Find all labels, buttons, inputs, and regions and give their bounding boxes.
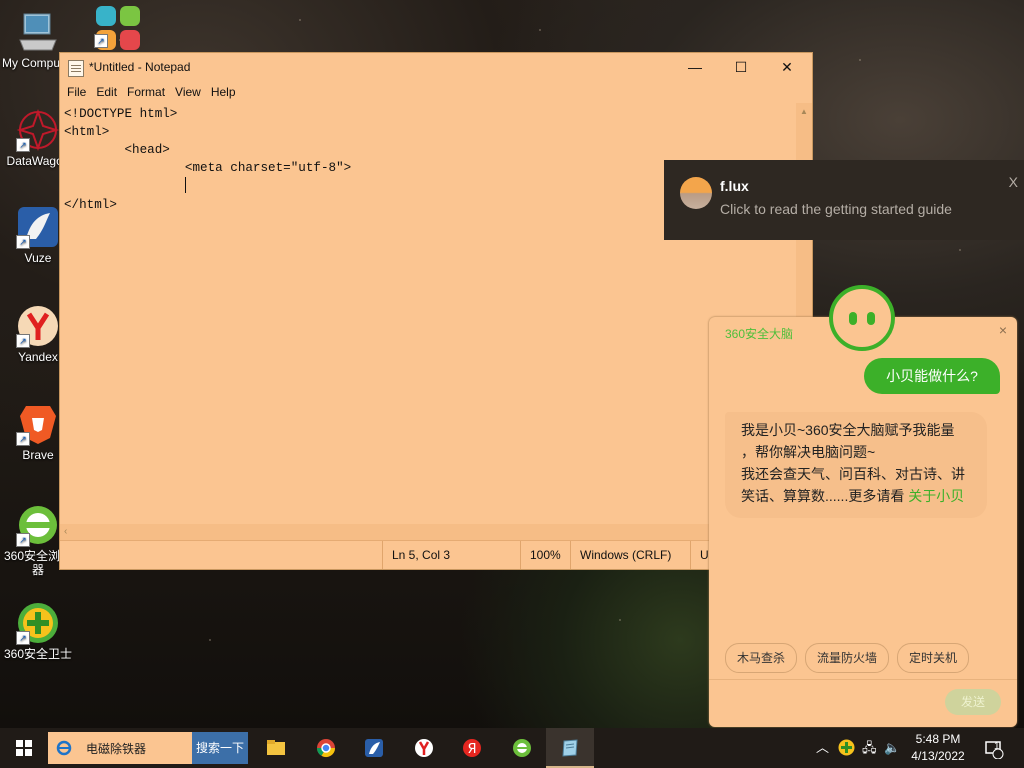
xiaobei-mascot-icon[interactable]: [829, 285, 895, 351]
ie-icon: [56, 740, 72, 756]
taskbar-notepad[interactable]: [546, 728, 594, 768]
menu-bar: File Edit Format View Help: [60, 81, 812, 103]
editor-line: <!DOCTYPE html>: [64, 107, 178, 121]
status-position: Ln 5, Col 3: [382, 541, 502, 569]
vuze-frog-icon: [365, 739, 383, 757]
yandex-browser-icon: Я: [463, 739, 481, 757]
flux-notification[interactable]: f.lux Click to read the getting started …: [664, 160, 1024, 240]
taskbar-yandex[interactable]: [400, 728, 448, 768]
desktop-icon-app[interactable]: ↗: [78, 4, 154, 50]
window-title: *Untitled - Notepad: [89, 60, 191, 74]
horizontal-scrollbar[interactable]: ‹: [60, 524, 796, 541]
taskbar-360-browser[interactable]: [498, 728, 546, 768]
computer-icon: [16, 10, 60, 54]
reply-line: 我还会查天气、问百科、对古诗、讲: [741, 466, 965, 482]
yandex-icon: ↗: [16, 304, 60, 348]
reply-line: 我是小贝~360安全大脑赋予我能量: [741, 422, 955, 438]
assistant-brand: 360安全大脑: [725, 327, 794, 341]
tray-network-icon[interactable]: 🖧: [862, 728, 877, 768]
status-zoom: 100%: [520, 541, 570, 569]
chrome-icon: [317, 739, 335, 758]
menu-edit[interactable]: Edit: [91, 85, 122, 99]
about-xiaobei-link[interactable]: 关于小贝: [908, 488, 964, 504]
360-safe-icon: ↗: [16, 601, 60, 645]
scroll-up-icon[interactable]: ▲: [800, 107, 808, 116]
start-button[interactable]: [0, 728, 48, 768]
taskbar-file-explorer[interactable]: [252, 728, 300, 768]
svg-text:Я: Я: [467, 742, 476, 757]
status-line-ending: Windows (CRLF): [570, 541, 690, 569]
search-input[interactable]: 电磁除铁器: [86, 740, 146, 757]
assistant-panel: 360安全大脑 × 小贝能做什么? 我是小贝~360安全大脑赋予我能量 ，帮你解…: [709, 317, 1017, 727]
notification-close-icon[interactable]: X: [1009, 174, 1018, 190]
editor-line: <head>: [64, 143, 170, 157]
tray-volume-icon[interactable]: 🔈: [884, 728, 900, 768]
windows-logo-icon: [16, 740, 32, 756]
brave-lion-icon: ↗: [16, 402, 60, 446]
datawagon-icon: ↗: [16, 108, 60, 152]
reply-line: ，帮你解决电脑问题~: [741, 444, 876, 460]
chip-scheduled-shutdown[interactable]: 定时关机: [897, 643, 969, 673]
vuze-frog-icon: ↗: [16, 205, 60, 249]
action-center-icon[interactable]: 1: [984, 728, 1004, 768]
taskbar: 电磁除铁器 搜索一下 Я ︿ 🖧 🔈 5:48 PM 4/13/2022 1: [0, 728, 1024, 768]
reply-line-last: 笑话、算算数......更多请看 关于小贝: [741, 488, 965, 504]
notepad-titlebar[interactable]: *Untitled - Notepad — ☐ ✕: [60, 53, 812, 81]
taskbar-search-box[interactable]: 电磁除铁器: [48, 732, 192, 764]
panel-divider: [709, 679, 1017, 680]
taskbar-vuze[interactable]: [350, 728, 398, 768]
clock-date: 4/13/2022: [911, 749, 965, 763]
mascot-eye: [867, 312, 875, 325]
360-browser-icon: [513, 739, 531, 757]
desktop-icon-360-safe[interactable]: ↗ 360安全卫士: [0, 601, 76, 661]
search-button[interactable]: 搜索一下: [192, 732, 248, 764]
tray-360-icon[interactable]: [838, 739, 855, 757]
notepad-icon: [68, 60, 84, 77]
menu-format[interactable]: Format: [122, 85, 170, 99]
notification-app-name: f.lux: [720, 178, 749, 194]
editor-line: <html>: [64, 125, 110, 139]
taskbar-chrome[interactable]: [302, 728, 350, 768]
menu-view[interactable]: View: [170, 85, 206, 99]
minimize-button[interactable]: —: [672, 53, 718, 81]
notification-count-badge: 1: [994, 741, 1000, 752]
panel-close-icon[interactable]: ×: [999, 322, 1007, 338]
text-caret: [184, 177, 186, 193]
scroll-left-icon[interactable]: ‹: [64, 526, 67, 537]
folder-icon: [267, 740, 285, 755]
chip-trojan-scan[interactable]: 木马查杀: [725, 643, 797, 673]
flux-logo-icon: [680, 177, 712, 209]
tray-chevron-up-icon[interactable]: ︿: [816, 728, 829, 768]
menu-help[interactable]: Help: [206, 85, 241, 99]
maximize-button[interactable]: ☐: [718, 53, 764, 81]
chip-traffic-firewall[interactable]: 流量防火墙: [805, 643, 889, 673]
mascot-eye: [849, 312, 857, 325]
close-button[interactable]: ✕: [764, 53, 810, 81]
clock-time: 5:48 PM: [915, 732, 961, 746]
send-button[interactable]: 发送: [945, 689, 1001, 715]
360-browser-icon: ↗: [16, 503, 60, 547]
flower-app-icon: ↗: [94, 4, 140, 50]
taskbar-yandex-browser[interactable]: Я: [448, 728, 496, 768]
status-bar: Ln 5, Col 3 100% Windows (CRLF) UT: [60, 540, 812, 569]
system-clock[interactable]: 5:48 PM 4/13/2022: [900, 731, 976, 765]
yandex-icon: [415, 739, 433, 757]
notepad-icon: [562, 739, 578, 757]
menu-file[interactable]: File: [62, 85, 91, 99]
notification-message[interactable]: Click to read the getting started guide: [720, 201, 952, 217]
notepad-window[interactable]: *Untitled - Notepad — ☐ ✕ File Edit Form…: [60, 53, 812, 569]
assistant-reply-bubble: 我是小贝~360安全大脑赋予我能量 ，帮你解决电脑问题~ 我还会查天气、问百科、…: [725, 412, 987, 518]
user-message-bubble: 小贝能做什么?: [864, 358, 1000, 394]
